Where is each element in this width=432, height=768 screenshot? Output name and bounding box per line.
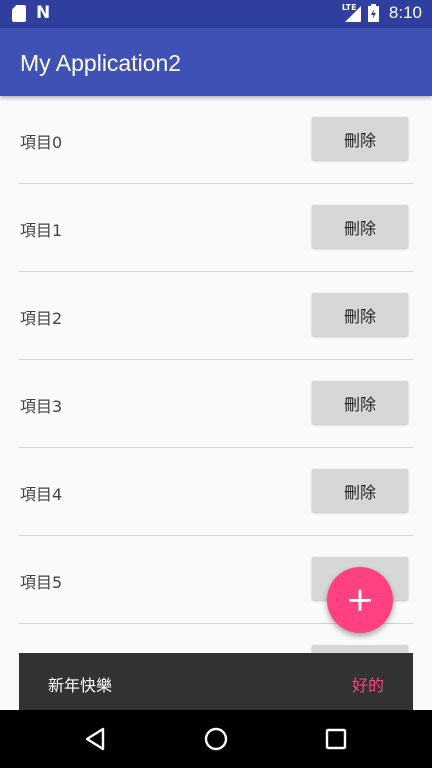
delete-button[interactable]: 刪除	[312, 205, 408, 248]
app-title: My Application2	[20, 50, 182, 76]
snackbar-message: 新年快樂	[48, 676, 113, 695]
list-item: 項目1 刪除	[19, 184, 413, 272]
item-label: 項目0	[20, 133, 63, 152]
delete-button[interactable]: 刪除	[312, 293, 408, 336]
status-left: N	[12, 5, 50, 22]
item-label: 項目1	[20, 221, 63, 240]
n-icon: N	[36, 3, 51, 23]
item-label: 項目2	[20, 309, 63, 328]
item-label: 項目5	[20, 573, 63, 592]
list-item: 項目3 刪除	[19, 360, 413, 448]
delete-button[interactable]: 刪除	[312, 117, 408, 160]
item-label: 項目3	[20, 397, 63, 416]
list-item: 項目4 刪除	[19, 448, 413, 536]
list-item: 項目0 刪除	[19, 96, 413, 184]
status-time: 8:10	[388, 3, 422, 22]
app-bar: My Application2	[0, 28, 432, 96]
navigation-bar	[0, 710, 432, 768]
snackbar: 新年快樂 好的	[19, 653, 413, 710]
battery-icon	[367, 4, 379, 22]
add-icon: +	[345, 580, 375, 620]
status-bar: N LTE 8:10	[0, 0, 432, 28]
delete-button[interactable]: 刪除	[312, 381, 408, 424]
home-icon[interactable]	[203, 726, 229, 752]
recents-icon[interactable]	[323, 726, 349, 752]
list-item: 項目2 刪除	[19, 272, 413, 360]
item-label: 項目4	[20, 485, 63, 504]
add-button[interactable]: +	[327, 567, 393, 633]
signal-icon: LTE	[342, 3, 362, 23]
status-right: LTE 8:10	[342, 3, 422, 23]
delete-button[interactable]: 刪除	[312, 469, 408, 512]
sd-card-icon	[12, 5, 26, 22]
back-icon[interactable]	[83, 726, 109, 752]
snackbar-action-button[interactable]: 好的	[352, 672, 384, 696]
